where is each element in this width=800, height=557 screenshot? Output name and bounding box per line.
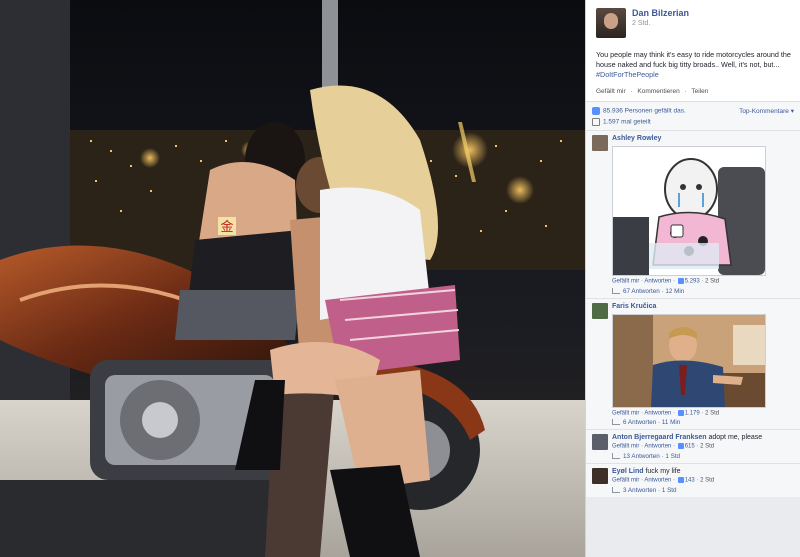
action-sep: · — [684, 88, 687, 95]
like-icon — [677, 278, 684, 284]
comment-text: adopt me, please — [708, 434, 763, 442]
comment-reply-button[interactable]: Antworten — [644, 279, 671, 285]
post-text: You people may think it's easy to ride m… — [596, 50, 792, 80]
comment-like-button[interactable]: Gefällt mir — [612, 478, 639, 484]
commenter-name[interactable]: Ashley Rowley — [612, 135, 794, 142]
post-header: Dan Bilzerian 2 Std. You people may thin… — [586, 0, 800, 101]
comment-line: Anton Bjerregaard Franksen adopt me, ple… — [612, 434, 794, 441]
share-button[interactable]: Teilen — [691, 88, 708, 95]
comment-time[interactable]: 2 Std — [705, 279, 719, 285]
comment-movie-image[interactable] — [612, 313, 766, 408]
comment-reply-button[interactable]: Antworten — [644, 478, 671, 484]
comment-like-count[interactable]: 1.179 — [685, 410, 700, 416]
comment-meta: Gefällt mir · Antworten · 1.179 · 2 Std — [612, 409, 720, 417]
comment: Anton Bjerregaard Franksen adopt me, ple… — [586, 429, 800, 464]
like-icon — [677, 477, 684, 484]
post-stats: 85.936 Personen gefällt das. Top-Komment… — [586, 101, 800, 130]
view-replies-link[interactable]: 6 Antworten · 11 Min — [592, 419, 794, 426]
commenter-avatar[interactable] — [592, 468, 608, 485]
commenter-name[interactable]: Eyøl Lind — [612, 468, 644, 475]
comment: Eyøl Lind fuck my life Gefällt mir · Ant… — [586, 463, 800, 498]
comment: Ashley Rowley Gefällt mir · Antworten · — [586, 130, 800, 298]
post-time[interactable]: 2 Std. — [632, 20, 689, 27]
comment-meta: Gefällt mir · Antworten · 143 · 2 Std — [612, 477, 715, 484]
post-photo[interactable]: 金 — [0, 0, 585, 557]
reply-arrow-icon — [612, 487, 620, 494]
commenter-avatar[interactable] — [592, 302, 608, 319]
reply-arrow-icon — [612, 419, 620, 426]
comment-like-button[interactable]: Gefällt mir — [612, 279, 639, 285]
like-icon — [677, 409, 684, 416]
comment-like-button[interactable]: Gefällt mir — [612, 444, 639, 450]
comment-like-count[interactable]: 615 — [685, 444, 695, 450]
replies-label[interactable]: 13 Antworten · 1 Std — [623, 453, 680, 460]
shares-count[interactable]: 1.597 mal geteilt — [603, 118, 651, 125]
commenter-avatar[interactable] — [592, 434, 608, 451]
comment-meta: Gefällt mir · Antworten · 615 · 2 Std — [612, 443, 715, 450]
likes-count[interactable]: 85.936 Personen gefällt das. — [603, 107, 686, 114]
comment-time[interactable]: 2 Std — [700, 478, 714, 484]
like-icon — [677, 443, 684, 450]
post-actions: Gefällt mir · Kommentieren · Teilen — [596, 88, 792, 95]
view-replies-link[interactable]: 13 Antworten · 1 Std — [592, 453, 794, 460]
post-hashtag[interactable]: #DoItForThePeople — [596, 70, 659, 79]
view-replies-link[interactable]: 3 Antworten · 1 Std — [592, 487, 794, 494]
like-button[interactable]: Gefällt mir — [596, 88, 626, 95]
comment-like-count[interactable]: 5.293 — [685, 279, 700, 285]
comment-line: Eyøl Lind fuck my life — [612, 468, 794, 475]
comment-time[interactable]: 2 Std — [700, 444, 714, 450]
comment-like-count[interactable]: 143 — [685, 478, 695, 484]
action-sep: · — [630, 88, 633, 95]
comment-like-button[interactable]: Gefällt mir — [612, 410, 639, 416]
commenter-name[interactable]: Anton Bjerregaard Franksen — [612, 434, 707, 441]
author-avatar[interactable] — [596, 8, 626, 38]
commenter-name[interactable]: Faris Kručica — [612, 303, 794, 310]
replies-label[interactable]: 67 Antworten · 12 Min — [623, 288, 684, 295]
comment-button[interactable]: Kommentieren — [637, 88, 679, 95]
comment-reply-button[interactable]: Antworten — [644, 410, 671, 416]
comment-text: fuck my life — [645, 468, 681, 476]
share-icon — [592, 117, 600, 126]
comment-meta: Gefällt mir · Antworten · 5.293 · 2 Std — [612, 278, 720, 285]
replies-label[interactable]: 6 Antworten · 11 Min — [623, 419, 680, 426]
reply-arrow-icon — [612, 453, 620, 460]
comment-time[interactable]: 2 Std — [705, 410, 719, 416]
comment-reply-button[interactable]: Antworten — [644, 444, 671, 450]
photo-scene: 金 — [0, 0, 585, 557]
comment: Faris Kručica Gefällt mir · Antworten · … — [586, 297, 800, 430]
replies-label[interactable]: 3 Antworten · 1 Std — [623, 487, 677, 494]
reply-arrow-icon — [612, 287, 620, 294]
view-replies-link[interactable]: 67 Antworten · 12 Min — [592, 288, 794, 295]
like-icon — [592, 106, 600, 115]
post-sidebar: Dan Bilzerian 2 Std. You people may thin… — [585, 0, 800, 557]
comment-meme-image[interactable] — [612, 146, 766, 276]
censor-stamp: 金 — [220, 219, 233, 235]
post-body: You people may think it's easy to ride m… — [596, 50, 791, 69]
comment-sort-dropdown[interactable]: Top-Kommentare ▾ — [739, 107, 794, 115]
commenter-avatar[interactable] — [592, 135, 608, 151]
author-name[interactable]: Dan Bilzerian — [632, 8, 689, 18]
